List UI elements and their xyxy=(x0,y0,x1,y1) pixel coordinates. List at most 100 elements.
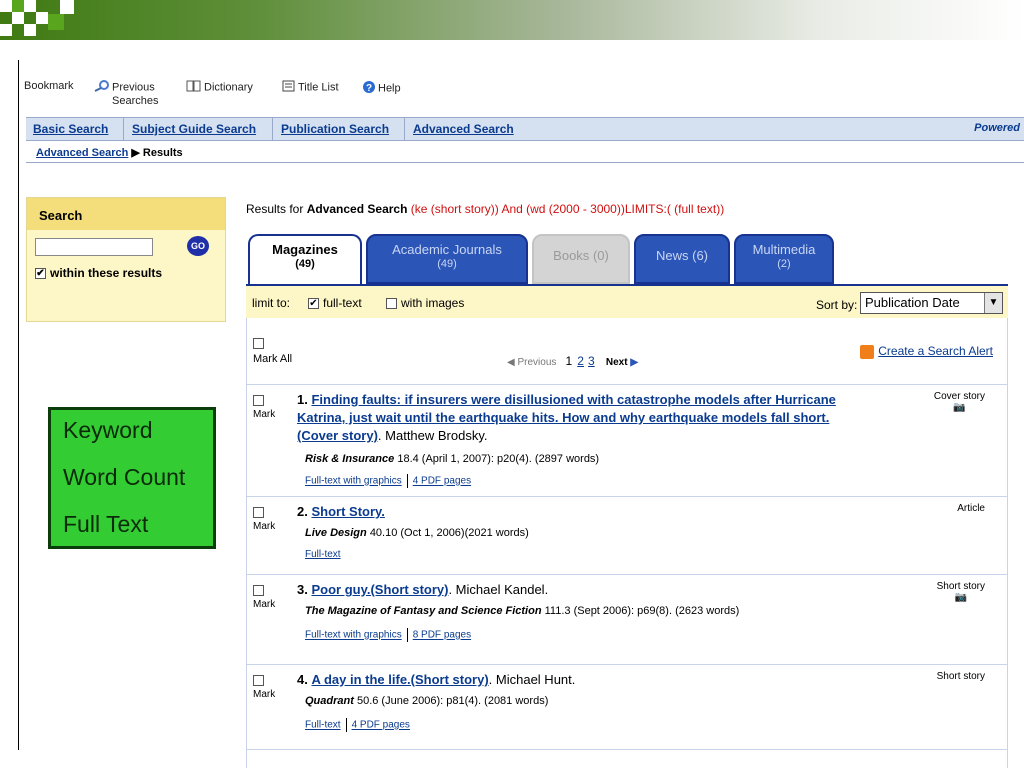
fulltext-link[interactable]: Full-text xyxy=(305,720,341,731)
result-cite: 18.4 (April 1, 2007): p20(4). (2897 word… xyxy=(397,453,600,465)
banner-square xyxy=(60,0,74,14)
result-title: 4. A day in the life.(Short story). Mich… xyxy=(297,671,857,689)
link-divider xyxy=(406,474,408,488)
search-panel-header: Search xyxy=(27,198,225,230)
result-row: Mark 1. Finding faults: if insurers were… xyxy=(247,384,1007,496)
result-title: 3. Poor guy.(Short story). Michael Kande… xyxy=(297,581,857,599)
doc-type: Article xyxy=(957,503,985,514)
mark-all-checkbox[interactable] xyxy=(253,338,264,349)
tab-magazines[interactable]: Magazines (49) xyxy=(248,234,362,284)
mark-label: Mark xyxy=(253,521,276,532)
basic-search-tab[interactable]: Basic Search xyxy=(33,122,108,136)
result-title-link[interactable]: A day in the life.(Short story) xyxy=(311,672,488,687)
result-links: Full-text 4 PDF pages xyxy=(305,718,410,732)
fulltext-link[interactable]: Full-text with graphics xyxy=(305,630,402,641)
results-list: Mark All ◀ Previous 1 23 Next ▶ Create a… xyxy=(246,318,1008,768)
mark-control[interactable]: Mark xyxy=(253,507,279,532)
next-page-link[interactable]: Next ▶ xyxy=(606,357,638,368)
pdf-link[interactable]: 4 PDF pages xyxy=(413,476,471,487)
callout-full-text: Full Text xyxy=(63,511,149,537)
nav-divider xyxy=(272,118,273,140)
callout-keyword: Keyword xyxy=(63,417,153,443)
chevron-down-icon[interactable]: ▼ xyxy=(984,293,1002,313)
title-list-label: Title List xyxy=(298,81,339,94)
results-prefix: Results for xyxy=(246,202,304,216)
fulltext-link[interactable]: Full-text xyxy=(305,549,341,560)
mark-all[interactable]: Mark All xyxy=(253,338,292,365)
slide-left-rule xyxy=(18,60,19,750)
result-citation: Live Design 40.10 (Oct 1, 2006)(2021 wor… xyxy=(305,527,529,539)
camera-icon: 📷 xyxy=(954,592,968,603)
keyword-callout: Keyword Word Count Full Text xyxy=(48,407,216,549)
sort-select[interactable]: Publication Date ▼ xyxy=(860,292,1003,314)
tab-books-label: Books xyxy=(553,248,590,263)
result-journal: The Magazine of Fantasy and Science Fict… xyxy=(305,605,542,617)
callout-word-count: Word Count xyxy=(63,464,186,490)
mark-control[interactable]: Mark xyxy=(253,585,279,610)
result-cite: 50.6 (June 2006): p81(4). (2081 words) xyxy=(356,695,549,707)
create-search-alert-link[interactable]: Create a Search Alert xyxy=(860,344,993,359)
help-link[interactable]: ? Help xyxy=(362,80,401,97)
breadcrumb-current: Results xyxy=(142,147,183,159)
results-search-type: Advanced Search xyxy=(306,202,408,216)
help-icon: ? xyxy=(362,80,376,97)
tab-magazines-count: (49) xyxy=(295,258,315,270)
fulltext-option[interactable]: ✔ full-text xyxy=(308,296,362,310)
title-banner xyxy=(0,0,1024,40)
subject-guide-search-tab[interactable]: Subject Guide Search xyxy=(132,122,256,136)
within-results-option[interactable]: ✔ within these results xyxy=(35,266,162,280)
pdf-link[interactable]: 4 PDF pages xyxy=(352,720,410,731)
search-nav: Basic Search Subject Guide Search Public… xyxy=(26,117,1024,141)
next-arrow-icon: ▶ xyxy=(630,357,639,368)
tab-books[interactable]: Books (0) xyxy=(532,234,630,284)
publication-search-tab[interactable]: Publication Search xyxy=(281,122,389,136)
search-input[interactable] xyxy=(35,238,153,256)
dictionary-link[interactable]: Dictionary xyxy=(186,80,253,95)
mark-checkbox[interactable] xyxy=(253,395,264,406)
result-title: 1. Finding faults: if insurers were disi… xyxy=(297,391,857,445)
advanced-search-tab[interactable]: Advanced Search xyxy=(413,122,514,136)
previous-searches-link[interactable]: Previous Searches xyxy=(92,80,158,107)
go-button[interactable]: GO xyxy=(187,236,209,256)
images-option[interactable]: with images xyxy=(386,296,464,310)
mark-control[interactable]: Mark xyxy=(253,395,279,420)
result-cite: 111.3 (Sept 2006): p69(8). (2623 words) xyxy=(544,605,740,617)
mark-checkbox[interactable] xyxy=(253,675,264,686)
book-icon xyxy=(186,80,202,95)
images-checkbox[interactable] xyxy=(386,298,397,310)
within-results-checkbox[interactable]: ✔ xyxy=(35,268,46,280)
result-links: Full-text xyxy=(305,549,341,560)
create-alert-label: Create a Search Alert xyxy=(878,344,993,358)
rss-icon xyxy=(860,344,875,359)
tab-academic-label: Academic Journals xyxy=(392,242,502,257)
result-row: Mark 4. A day in the life.(Short story).… xyxy=(247,664,1007,750)
doc-type: Cover story 📷 xyxy=(934,391,985,413)
result-title-link[interactable]: Poor guy.(Short story) xyxy=(311,582,448,597)
mark-checkbox[interactable] xyxy=(253,507,264,518)
pdf-link[interactable]: 8 PDF pages xyxy=(413,630,471,641)
tab-academic-count: (49) xyxy=(437,258,457,270)
page-3-link[interactable]: 3 xyxy=(588,354,595,368)
mark-label: Mark xyxy=(253,689,276,700)
result-title-link[interactable]: Short Story. xyxy=(311,504,384,519)
previous-page-link[interactable]: ◀ Previous xyxy=(507,357,556,368)
title-list-link[interactable]: Title List xyxy=(282,80,339,95)
tab-news[interactable]: News (6) xyxy=(634,234,730,284)
banner-square xyxy=(12,0,24,12)
breadcrumb-advanced-search[interactable]: Advanced Search xyxy=(36,147,128,159)
fulltext-link[interactable]: Full-text with graphics xyxy=(305,476,402,487)
fulltext-label: full-text xyxy=(323,296,362,310)
banner-square xyxy=(48,14,64,30)
mark-checkbox[interactable] xyxy=(253,585,264,596)
result-author: . Matthew Brodsky. xyxy=(377,428,488,443)
result-journal: Live Design xyxy=(305,527,367,539)
doc-type-label: Short story xyxy=(936,671,985,682)
page-2-link[interactable]: 2 xyxy=(577,354,584,368)
tab-academic-journals[interactable]: Academic Journals (49) xyxy=(366,234,528,284)
page-1-current: 1 xyxy=(565,354,573,368)
fulltext-checkbox[interactable]: ✔ xyxy=(308,298,319,310)
tab-multimedia[interactable]: Multimedia (2) xyxy=(734,234,834,284)
banner-square xyxy=(0,24,12,36)
bookmark-link[interactable]: Bookmark xyxy=(24,80,74,92)
mark-control[interactable]: Mark xyxy=(253,675,279,700)
